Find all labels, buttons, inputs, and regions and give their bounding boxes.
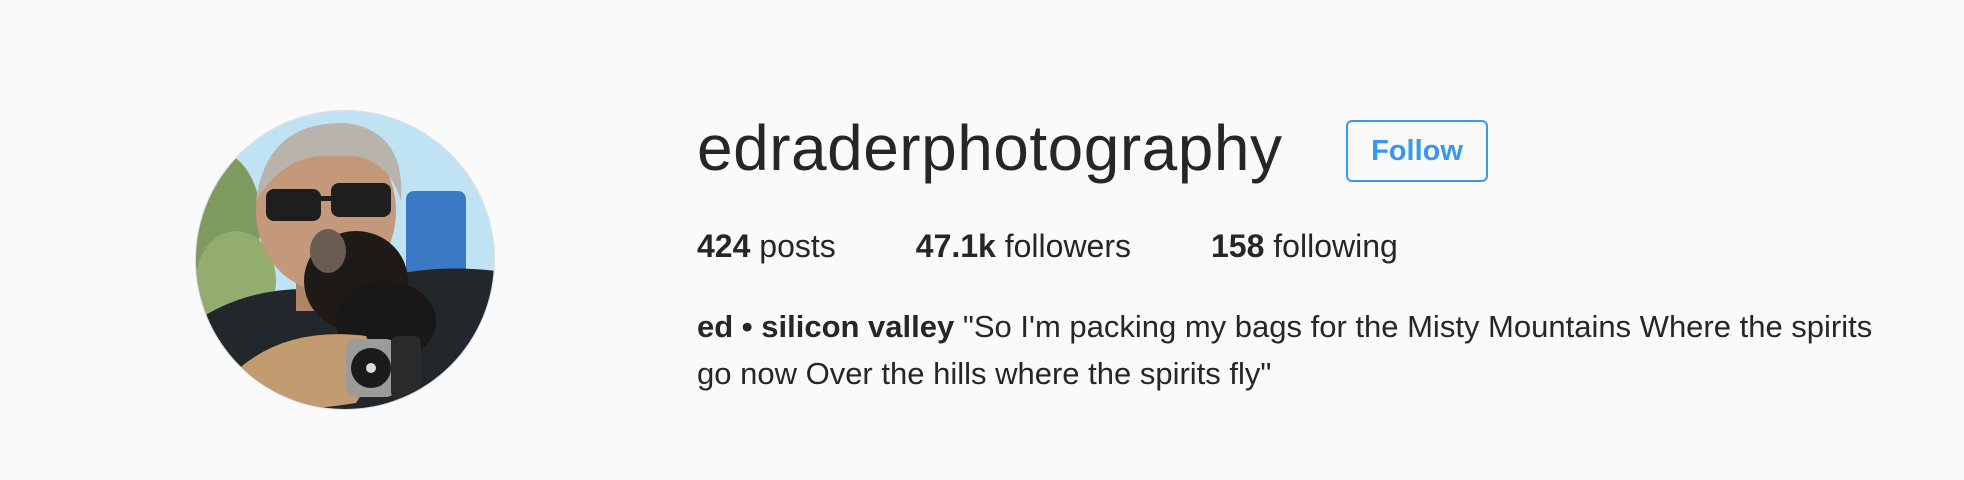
stat-posts-label: posts — [759, 228, 836, 264]
stat-followers-count: 47.1k — [915, 228, 996, 264]
profile-avatar[interactable] — [195, 110, 495, 410]
profile-username: edraderphotography — [697, 112, 1283, 184]
profile-bio: ed • silicon valley "So I'm packing my b… — [697, 303, 1877, 397]
follow-button[interactable]: Follow — [1346, 120, 1488, 182]
stat-following-label: following — [1273, 228, 1398, 264]
profile-full-name: ed • silicon valley — [697, 309, 955, 344]
stat-posts-count: 424 — [697, 228, 751, 264]
stat-posts: 424 posts — [697, 224, 836, 268]
profile-photo — [196, 111, 494, 409]
stat-followers-label: followers — [1004, 228, 1131, 264]
stat-followers[interactable]: 47.1k followers — [916, 224, 1131, 268]
stat-following-count: 158 — [1211, 228, 1265, 264]
stat-following[interactable]: 158 following — [1211, 224, 1398, 268]
profile-stats: 424 posts 47.1k followers 158 following — [697, 224, 1478, 268]
